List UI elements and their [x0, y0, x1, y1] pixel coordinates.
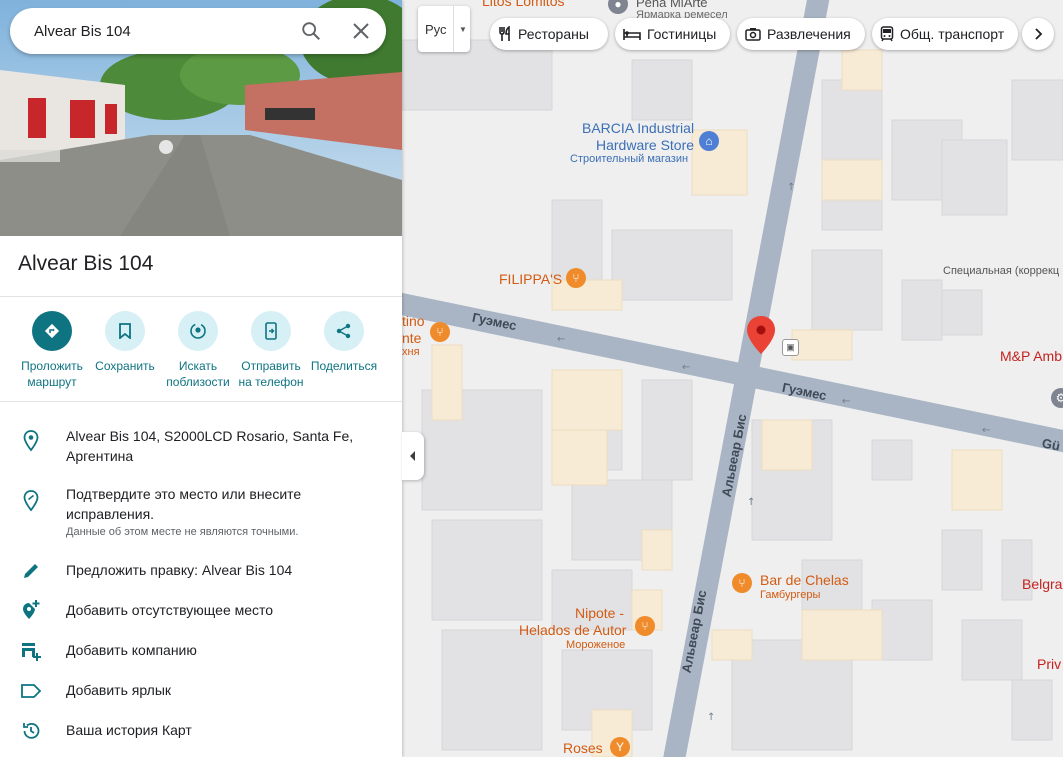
send-to-phone-icon [265, 322, 277, 340]
chips-next-button[interactable] [1022, 18, 1054, 50]
camera-icon [745, 28, 761, 41]
chip-label: Общ. транспорт [900, 26, 1005, 42]
search-input[interactable]: Alvear Bis 104 [10, 23, 286, 40]
poi-mp-amb[interactable]: M&P Amb [1000, 348, 1062, 364]
chip-label: Рестораны [518, 26, 589, 42]
svg-text:←: ← [557, 334, 565, 345]
ice-cream-icon[interactable]: ⑂ [635, 616, 655, 636]
poi-barcia-sub: Строительный магазин [570, 153, 689, 165]
poi-barcia-line1[interactable]: BARCIA Industrial [582, 120, 694, 137]
action-label: поблизости [166, 375, 230, 389]
save-button[interactable]: Сохранить [88, 311, 162, 374]
layer-label: Рус [425, 21, 447, 37]
address-text: Alvear Bis 104, S2000LCD Rosario, Santa … [66, 428, 354, 464]
poi-barcia-line2[interactable]: Hardware Store [596, 137, 694, 154]
place-title: Alvear Bis 104 [18, 252, 154, 275]
chevron-down-icon: ▼ [459, 24, 467, 34]
history-icon [23, 722, 40, 739]
transit-icon [880, 26, 894, 42]
location-icon [23, 430, 39, 452]
bar-icon[interactable]: Y [610, 737, 630, 757]
add-missing-place-text: Добавить отсутствующее место [66, 602, 274, 618]
hotel-icon [623, 29, 641, 40]
svg-text:←: ← [682, 362, 690, 373]
chip-entertainment[interactable]: Развлечения [737, 18, 865, 50]
poi-filippas[interactable]: FILIPPA'S [499, 271, 562, 287]
confirm-place-text: Подтвердите это место или внесите исправ… [66, 486, 302, 522]
add-business-text: Добавить компанию [66, 642, 197, 658]
action-label: Поделиться [310, 359, 378, 373]
chevron-left-icon [410, 451, 415, 461]
directions-icon [44, 323, 60, 339]
nearby-icon [190, 323, 206, 339]
pencil-icon [24, 564, 38, 578]
location-check-icon [23, 490, 39, 512]
suggest-edit-text: Предложить правку: Alvear Bis 104 [66, 562, 293, 578]
chip-label: Развлечения [767, 26, 851, 42]
restaurant-icon[interactable]: ⑂ [566, 268, 586, 288]
map-graphics: ← ← ← ← ↑ ↑ ↑ [402, 0, 1063, 757]
maps-history-text: Ваша история Карт [66, 722, 192, 738]
dropdown-divider [453, 6, 454, 52]
poi-litos-lomitos[interactable]: Litos Lomitos [482, 0, 564, 9]
bookmark-icon [119, 323, 131, 339]
poi-tino-line2[interactable]: nte [402, 330, 421, 346]
label-icon [21, 684, 42, 698]
collapse-panel-button[interactable] [402, 432, 424, 480]
share-button[interactable]: Поделиться [307, 311, 381, 374]
action-label: Сохранить [95, 359, 155, 373]
svg-text:←: ← [842, 396, 850, 407]
poi-tino-sub: хня [402, 346, 420, 358]
svg-text:←: ← [982, 425, 990, 436]
chip-hotels[interactable]: Гостиницы [615, 18, 730, 50]
action-label: на телефон [238, 375, 304, 389]
chevron-right-icon [1035, 28, 1043, 40]
search-button[interactable] [286, 8, 336, 54]
bus-stop-icon[interactable]: ▣ [782, 339, 799, 356]
restaurant-icon[interactable]: ⑂ [430, 322, 450, 342]
chip-label: Гостиницы [647, 26, 717, 42]
add-location-icon [23, 600, 40, 619]
poi-priv[interactable]: Priv [1037, 656, 1061, 672]
close-button[interactable] [336, 8, 386, 54]
poi-bar-de-chelas[interactable]: Bar de Chelas [760, 572, 849, 588]
directions-button[interactable]: Проложить маршрут [15, 311, 89, 390]
close-icon [353, 23, 369, 39]
svg-text:↑: ↑ [787, 182, 795, 193]
place-panel: Alvear Bis 104 Alvear Bis 104 Проложить м… [0, 0, 402, 757]
action-label: Искать [178, 359, 218, 373]
svg-text:↑: ↑ [747, 497, 755, 508]
share-icon [336, 323, 351, 339]
chip-transit[interactable]: Общ. транспорт [872, 18, 1018, 50]
poi-belgra[interactable]: Belgra [1022, 576, 1062, 592]
add-business-icon [22, 643, 41, 661]
nearby-button[interactable]: Искать поблизости [161, 311, 235, 390]
chip-restaurants[interactable]: Рестораны [490, 18, 608, 50]
action-label: Отправить [241, 359, 301, 373]
restaurant-icon [499, 26, 510, 41]
poi-nipote-sub: Мороженое [566, 639, 626, 651]
confirm-place-note: Данные об этом месте не являются точными… [66, 526, 299, 538]
action-label: маршрут [27, 375, 77, 389]
send-to-phone-button[interactable]: Отправить на телефон [234, 311, 308, 390]
restaurant-icon[interactable]: ⑂ [732, 573, 752, 593]
divider [0, 401, 402, 402]
add-label-text: Добавить ярлык [66, 682, 172, 698]
poi-special-correction: Специальная (коррекц [943, 265, 1060, 277]
poi-roses[interactable]: Roses [563, 740, 603, 756]
poi-bar-de-chelas-sub: Гамбургеры [760, 589, 821, 601]
divider [0, 296, 402, 297]
action-bar: Проложить маршрут Сохранить Искать поблизо… [0, 311, 402, 393]
poi-tino-line1[interactable]: tino [402, 313, 425, 329]
poi-nipote-line1[interactable]: Nipote - [575, 605, 624, 621]
location-pin-icon[interactable] [747, 316, 775, 356]
svg-text:↑: ↑ [707, 712, 715, 723]
poi-nipote-line2[interactable]: Helados de Autor [519, 622, 626, 638]
action-label: Проложить [21, 359, 83, 373]
search-box[interactable]: Alvear Bis 104 [10, 8, 386, 54]
hardware-store-icon[interactable]: ⌂ [699, 131, 719, 151]
language-layer-button[interactable]: Рус ▼ [418, 6, 470, 52]
map-canvas[interactable]: ← ← ← ← ↑ ↑ ↑ Гуэмес Гуэмес Gü Альвеар Б… [402, 0, 1063, 757]
search-icon [302, 22, 320, 40]
